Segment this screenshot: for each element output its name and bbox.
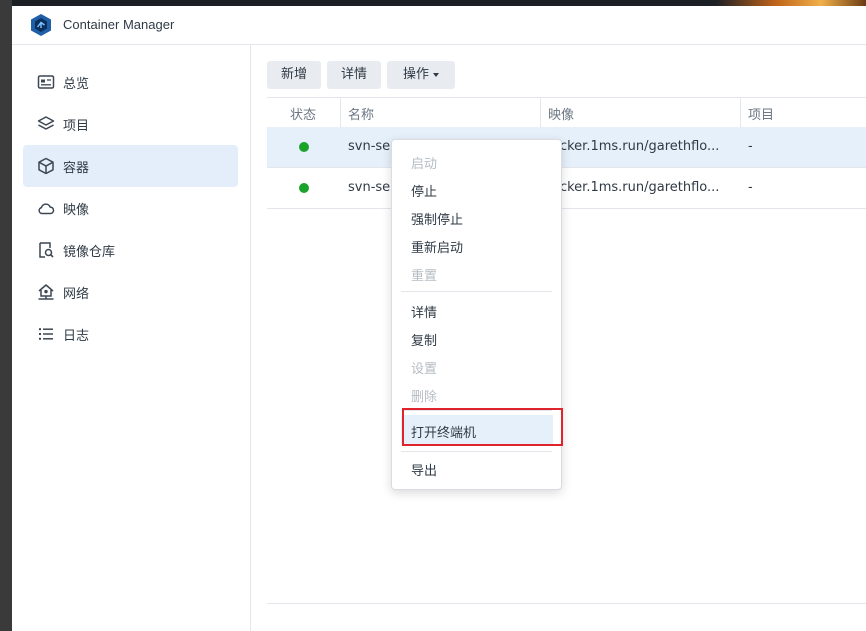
menu-item-settings: 设置 bbox=[392, 352, 561, 380]
details-button-label: 详情 bbox=[340, 67, 367, 82]
menu-item-label: 设置 bbox=[411, 362, 438, 377]
sidebar-item-label: 总览 bbox=[63, 77, 90, 92]
table-footer-divider bbox=[267, 603, 866, 604]
sidebar: 总览 项目 容器 映像 镜像仓库 网络 日志 bbox=[12, 45, 251, 631]
cloud-icon bbox=[38, 203, 55, 215]
sidebar-item-containers[interactable]: 容器 bbox=[23, 145, 238, 187]
menu-item-label: 重置 bbox=[411, 269, 438, 284]
action-dropdown-button[interactable]: 操作 bbox=[387, 61, 455, 89]
menu-divider bbox=[401, 451, 552, 452]
column-header-image[interactable]: 映像 bbox=[548, 104, 574, 123]
menu-item-export[interactable]: 导出 bbox=[392, 454, 561, 482]
container-manager-logo-icon bbox=[31, 14, 51, 36]
container-name: svn-se bbox=[348, 180, 391, 195]
menu-item-restart[interactable]: 重新启动 bbox=[392, 231, 561, 259]
add-button-label: 新增 bbox=[280, 67, 307, 82]
menu-item-label: 复制 bbox=[411, 334, 438, 349]
sidebar-item-label: 项目 bbox=[63, 119, 90, 134]
menu-item-label: 停止 bbox=[411, 185, 438, 200]
layers-icon bbox=[37, 116, 55, 130]
cube-icon bbox=[38, 157, 54, 175]
menu-item-label: 重新启动 bbox=[411, 241, 464, 256]
status-running-indicator bbox=[299, 142, 309, 152]
registry-search-icon bbox=[39, 242, 54, 258]
menu-item-label: 删除 bbox=[411, 390, 438, 405]
container-name: svn-se bbox=[348, 139, 391, 154]
menu-item-reset: 重置 bbox=[392, 259, 561, 287]
column-divider bbox=[540, 98, 541, 127]
sidebar-item-images[interactable]: 映像 bbox=[23, 187, 238, 229]
menu-divider bbox=[401, 291, 552, 292]
sidebar-item-label: 网络 bbox=[63, 287, 90, 302]
annotation-highlight-box bbox=[402, 408, 563, 446]
sidebar-item-network[interactable]: 网络 bbox=[23, 271, 238, 313]
overview-icon bbox=[37, 75, 55, 89]
menu-item-label: 强制停止 bbox=[411, 213, 464, 228]
desktop-edge bbox=[0, 0, 12, 631]
sidebar-item-logs[interactable]: 日志 bbox=[23, 313, 238, 355]
container-project: - bbox=[748, 180, 753, 195]
column-header-project[interactable]: 项目 bbox=[748, 104, 774, 123]
caret-down-icon bbox=[433, 72, 439, 77]
container-image: ocker.1ms.run/garethflo... bbox=[552, 139, 720, 154]
table-row[interactable]: svn-se ocker.1ms.run/garethflo... - bbox=[267, 168, 866, 209]
action-button-label: 操作 bbox=[402, 67, 429, 82]
container-project: - bbox=[748, 139, 753, 154]
menu-item-start: 启动 bbox=[392, 147, 561, 175]
sidebar-item-label: 日志 bbox=[63, 329, 90, 344]
menu-item-details[interactable]: 详情 bbox=[392, 296, 561, 324]
sidebar-item-label: 映像 bbox=[63, 203, 90, 218]
menu-item-force-stop[interactable]: 强制停止 bbox=[392, 203, 561, 231]
menu-item-label: 启动 bbox=[411, 157, 438, 172]
column-header-status[interactable]: 状态 bbox=[290, 104, 316, 123]
status-running-indicator bbox=[299, 183, 309, 193]
sidebar-item-label: 容器 bbox=[63, 161, 90, 176]
sidebar-item-registry[interactable]: 镜像仓库 bbox=[23, 229, 238, 271]
menu-item-stop[interactable]: 停止 bbox=[392, 175, 561, 203]
sidebar-item-overview[interactable]: 总览 bbox=[23, 61, 238, 103]
app-title: Container Manager bbox=[63, 17, 175, 32]
menu-item-label: 详情 bbox=[411, 306, 438, 321]
add-button[interactable]: 新增 bbox=[267, 61, 321, 89]
details-button[interactable]: 详情 bbox=[327, 61, 381, 89]
menu-item-label: 导出 bbox=[411, 464, 438, 479]
container-image: ocker.1ms.run/garethflo... bbox=[552, 180, 720, 195]
titlebar: Container Manager bbox=[12, 6, 866, 45]
sidebar-item-projects[interactable]: 项目 bbox=[23, 103, 238, 145]
column-divider bbox=[340, 98, 341, 127]
sidebar-item-label: 镜像仓库 bbox=[63, 245, 116, 260]
column-divider bbox=[740, 98, 741, 127]
menu-item-delete: 删除 bbox=[392, 380, 561, 408]
network-house-icon bbox=[38, 284, 54, 300]
table-header: 状态 名称 映像 项目 bbox=[267, 97, 866, 128]
list-icon bbox=[39, 328, 53, 340]
menu-item-duplicate[interactable]: 复制 bbox=[392, 324, 561, 352]
column-header-name[interactable]: 名称 bbox=[348, 104, 374, 123]
table-row[interactable]: svn-se ocker.1ms.run/garethflo... - bbox=[267, 127, 866, 168]
